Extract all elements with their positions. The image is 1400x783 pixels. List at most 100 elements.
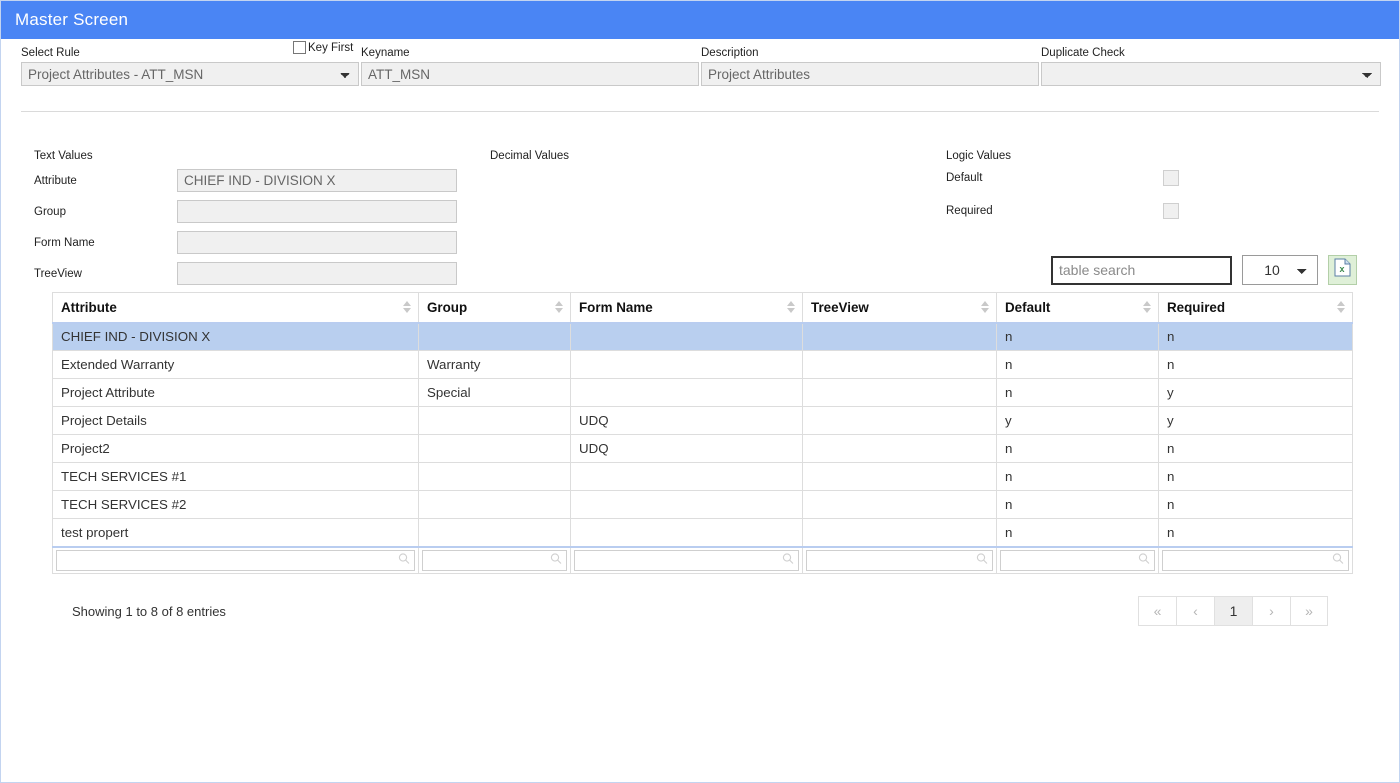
table-cell: n (996, 434, 1159, 463)
sort-icon (787, 301, 795, 314)
table-search-input[interactable] (1051, 255, 1232, 285)
sort-icon (403, 301, 411, 314)
table-cell (802, 322, 997, 351)
table-cell: test propert (52, 518, 419, 547)
search-icon (1332, 553, 1344, 568)
table-cell (802, 462, 997, 491)
table-filter-row (52, 545, 1353, 574)
table-cell: n (996, 378, 1159, 407)
table-cell (418, 434, 571, 463)
required-field-row: Required (946, 203, 1179, 219)
description-input[interactable] (701, 62, 1039, 86)
column-label: Form Name (579, 299, 653, 315)
table-cell (802, 490, 997, 519)
filter-input-4[interactable] (1001, 550, 1154, 570)
column-header-default[interactable]: Default (996, 292, 1159, 324)
table-cell: n (996, 462, 1159, 491)
table-cell (802, 518, 997, 547)
table-row[interactable]: test propert n n (52, 518, 1353, 547)
filter-field (1000, 549, 1155, 571)
column-header-required[interactable]: Required (1158, 292, 1353, 324)
top-form-region: Select Rule Project Attributes - ATT_MSN… (1, 39, 1399, 101)
pagination: «‹ 1 ›» (1138, 596, 1328, 626)
table-row[interactable]: TECH SERVICES #1 n n (52, 462, 1353, 491)
excel-export-icon: x (1334, 258, 1351, 282)
table-row[interactable]: Project Attribute Special n y (52, 378, 1353, 407)
keyname-input[interactable] (361, 62, 699, 86)
filter-input-5[interactable] (1163, 550, 1348, 570)
table-cell (570, 518, 803, 547)
table-cell: Project2 (52, 434, 419, 463)
duplicate-check-group: Duplicate Check (1041, 47, 1381, 86)
filter-cell (996, 545, 1159, 574)
filter-input-2[interactable] (575, 550, 798, 570)
table-row[interactable]: Extended Warranty Warranty n n (52, 350, 1353, 379)
table-cell: Extended Warranty (52, 350, 419, 379)
attribute-field-row: Attribute (34, 169, 457, 192)
default-field-row: Default (946, 170, 1179, 186)
sort-icon (981, 301, 989, 314)
datatable-region: 10 x (1, 255, 1399, 626)
table-cell (570, 490, 803, 519)
table-cell: TECH SERVICES #1 (52, 462, 419, 491)
table-cell: UDQ (570, 434, 803, 463)
attribute-input[interactable] (177, 169, 457, 192)
column-label: Required (1167, 299, 1226, 315)
filter-input-0[interactable] (57, 550, 414, 570)
column-label: TreeView (811, 299, 869, 315)
table-cell (418, 322, 571, 351)
filter-input-1[interactable] (423, 550, 566, 570)
pagination-next[interactable]: › (1252, 596, 1290, 626)
attributes-table: Attribute Group Form Name TreeView Defau… (52, 292, 1353, 574)
table-row[interactable]: Project2 UDQ n n (52, 434, 1353, 463)
search-icon (550, 553, 562, 568)
key-first-checkbox[interactable] (293, 41, 306, 54)
column-label: Group (427, 299, 468, 315)
description-group: Description (701, 47, 1039, 86)
table-cell: n (996, 518, 1159, 547)
default-label: Default (946, 172, 983, 184)
decimal-values-heading: Decimal Values (490, 150, 570, 162)
duplicate-check-dropdown[interactable] (1041, 62, 1381, 86)
select-rule-dropdown[interactable]: Project Attributes - ATT_MSN (21, 62, 359, 86)
search-icon (782, 553, 794, 568)
search-icon (398, 553, 410, 568)
treeview-input[interactable] (177, 262, 457, 285)
table-cell: n (1158, 490, 1353, 519)
group-input[interactable] (177, 200, 457, 223)
table-row[interactable]: Project Details UDQ y y (52, 406, 1353, 435)
table-cell (802, 406, 997, 435)
table-cell (570, 350, 803, 379)
table-cell: Project Details (52, 406, 419, 435)
form-name-input[interactable] (177, 231, 457, 254)
pagination-prev[interactable]: ‹ (1176, 596, 1214, 626)
column-header-group[interactable]: Group (418, 292, 571, 324)
pagination-page-1[interactable]: 1 (1214, 596, 1252, 626)
entries-info: Showing 1 to 8 of 8 entries (72, 603, 226, 619)
column-header-attribute[interactable]: Attribute (52, 292, 419, 324)
excel-export-button[interactable]: x (1328, 255, 1357, 285)
table-cell: Warranty (418, 350, 571, 379)
table-cell (418, 462, 571, 491)
column-header-form-name[interactable]: Form Name (570, 292, 803, 324)
group-field-row: Group (34, 200, 457, 223)
filter-input-3[interactable] (807, 550, 992, 570)
column-header-treeview[interactable]: TreeView (802, 292, 997, 324)
table-row[interactable]: TECH SERVICES #2 n n (52, 490, 1353, 519)
svg-text:x: x (1339, 264, 1344, 274)
page-length-select[interactable]: 10 (1242, 255, 1318, 285)
required-checkbox[interactable] (1163, 203, 1179, 219)
filter-field (574, 549, 799, 571)
pagination-last[interactable]: » (1290, 596, 1328, 626)
text-values-heading: Text Values (34, 150, 93, 162)
table-cell: CHIEF IND - DIVISION X (52, 322, 419, 351)
table-row[interactable]: CHIEF IND - DIVISION X nn (52, 322, 1353, 351)
pagination-first[interactable]: « (1138, 596, 1176, 626)
default-checkbox[interactable] (1163, 170, 1179, 186)
sort-icon (1337, 301, 1345, 314)
table-cell: Project Attribute (52, 378, 419, 407)
table-cell: Special (418, 378, 571, 407)
filter-cell (52, 545, 419, 574)
table-cell (570, 322, 803, 351)
table-cell: TECH SERVICES #2 (52, 490, 419, 519)
